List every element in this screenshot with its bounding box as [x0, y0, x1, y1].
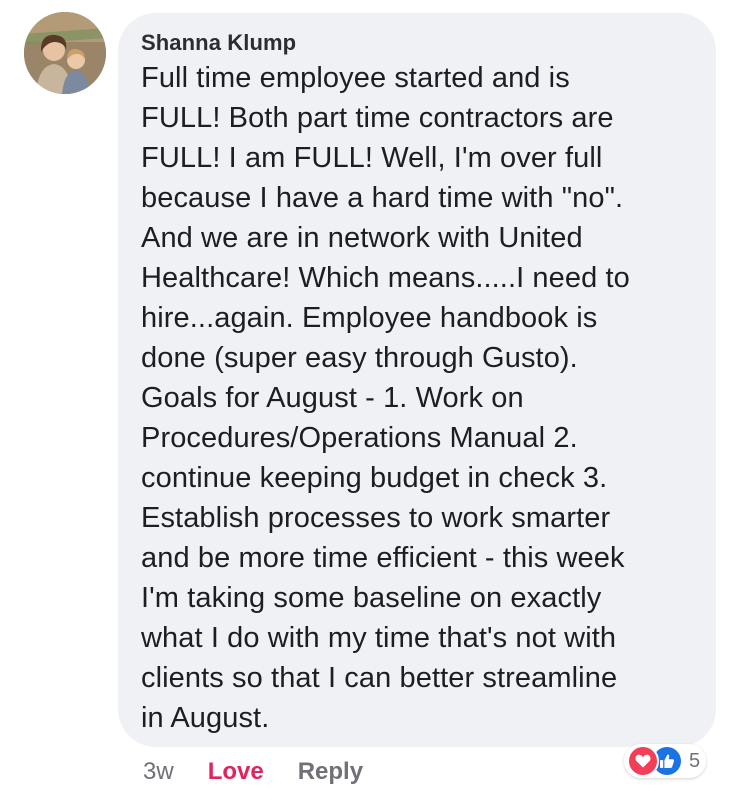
love-reaction-button[interactable]: Love [208, 758, 264, 786]
comment-text: Full time employee started and is FULL! … [141, 62, 630, 734]
comment-actions: 3w Love Reply [143, 756, 363, 788]
heart-icon [627, 745, 659, 777]
reply-button[interactable]: Reply [298, 758, 363, 786]
avatar[interactable] [24, 12, 106, 94]
comment-author[interactable]: Shanna Klump [141, 29, 696, 57]
reactions-summary[interactable]: 5 [624, 744, 707, 778]
reaction-count: 5 [689, 749, 701, 772]
comment-bubble: Shanna Klump Full time employee started … [118, 13, 716, 747]
avatar-photo [24, 12, 106, 94]
comment-timestamp[interactable]: 3w [143, 758, 174, 786]
